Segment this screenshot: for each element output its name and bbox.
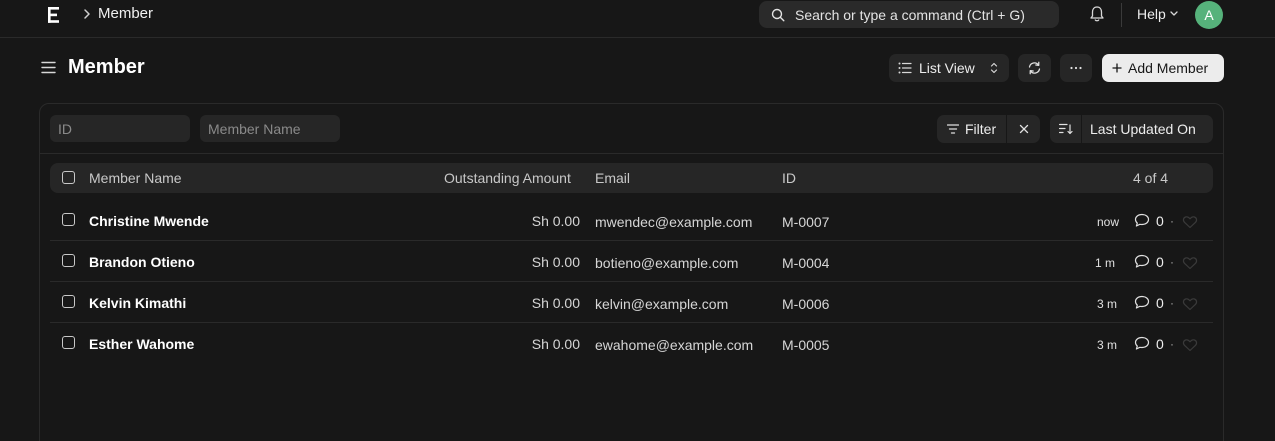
search-placeholder: Search or type a command (Ctrl + G): [795, 7, 1025, 23]
modified-time: 3 m: [1096, 297, 1117, 311]
outstanding-amount: Sh 0.00: [531, 213, 580, 229]
column-header-id: ID: [782, 170, 796, 186]
navbar-divider: [1121, 3, 1122, 27]
email: botieno@example.com: [595, 255, 739, 271]
more-actions-button[interactable]: [1060, 54, 1092, 82]
member-name[interactable]: Brandon Otieno: [89, 254, 195, 270]
avatar[interactable]: A: [1195, 1, 1223, 29]
refresh-icon: [1028, 61, 1041, 75]
hamburger-icon[interactable]: [41, 60, 56, 75]
chevron-down-icon[interactable]: [1169, 10, 1179, 18]
comment-icon[interactable]: [1134, 213, 1150, 228]
sort-arrows-icon: [990, 62, 998, 74]
filter-bar-divider: [39, 153, 1224, 154]
separator-dot: ·: [1170, 337, 1174, 351]
comment-icon[interactable]: [1134, 295, 1150, 310]
sort-button[interactable]: Last Updated On: [1090, 121, 1196, 137]
modified-time: 3 m: [1096, 338, 1117, 352]
member-id: M-0007: [782, 214, 830, 230]
table-header: [50, 163, 1213, 193]
id-filter-input[interactable]: [50, 115, 190, 142]
row-divider: [50, 322, 1213, 323]
help-menu[interactable]: Help: [1137, 6, 1166, 22]
sort-divider: [1081, 115, 1082, 143]
sort-group: Last Updated On: [1050, 115, 1213, 143]
modified-time: 1 m: [1094, 256, 1115, 270]
row-checkbox[interactable]: [62, 295, 75, 308]
email: ewahome@example.com: [595, 337, 754, 353]
comment-icon[interactable]: [1134, 254, 1150, 269]
close-icon[interactable]: [1019, 124, 1029, 134]
heart-icon[interactable]: [1182, 215, 1198, 229]
list-view-button[interactable]: List View: [889, 54, 1009, 82]
filter-group: Filter: [937, 115, 1040, 143]
comment-count: 0: [1156, 213, 1164, 229]
row-divider: [50, 281, 1213, 282]
comment-count: 0: [1156, 295, 1164, 311]
member-id: M-0005: [782, 337, 830, 353]
separator-dot: ·: [1170, 214, 1174, 228]
column-header-outstanding-amount: Outstanding Amount: [444, 170, 571, 186]
separator-dot: ·: [1170, 255, 1174, 269]
separator-dot: ·: [1170, 296, 1174, 310]
add-member-button[interactable]: Add Member: [1102, 54, 1224, 82]
filter-button[interactable]: Filter: [937, 115, 1005, 143]
outstanding-amount: Sh 0.00: [531, 336, 580, 352]
row-checkbox[interactable]: [62, 254, 75, 267]
list-view-label: List View: [919, 60, 975, 76]
modified-time: now: [1096, 215, 1119, 229]
member-id: M-0006: [782, 296, 830, 312]
page-title: Member: [68, 56, 145, 78]
filter-divider: [1006, 115, 1007, 143]
app-logo-icon[interactable]: [47, 6, 61, 24]
comment-count: 0: [1156, 336, 1164, 352]
filter-icon: [947, 124, 959, 134]
member-name-filter-input[interactable]: [200, 115, 340, 142]
record-count: 4 of 4: [1133, 170, 1169, 186]
bell-icon[interactable]: [1089, 5, 1105, 23]
heart-icon[interactable]: [1182, 338, 1198, 352]
navbar: Member Search or type a command (Ctrl + …: [0, 0, 1275, 38]
select-all-checkbox[interactable]: [62, 171, 75, 184]
sort-descending-icon[interactable]: [1059, 123, 1073, 135]
heart-icon[interactable]: [1182, 256, 1198, 270]
row-checkbox[interactable]: [62, 213, 75, 226]
search-bar[interactable]: Search or type a command (Ctrl + G): [759, 1, 1059, 28]
email: mwendec@example.com: [595, 214, 753, 230]
add-member-label: Add Member: [1128, 60, 1209, 76]
comment-count: 0: [1156, 254, 1164, 270]
row-divider: [50, 240, 1213, 241]
search-icon: [771, 8, 785, 22]
member-name[interactable]: Kelvin Kimathi: [89, 295, 186, 311]
column-header-email: Email: [595, 170, 631, 186]
refresh-button[interactable]: [1018, 54, 1051, 82]
member-name[interactable]: Christine Mwende: [89, 213, 209, 229]
comment-icon[interactable]: [1134, 336, 1150, 351]
heart-icon[interactable]: [1182, 297, 1198, 311]
plus-icon: [1112, 63, 1122, 73]
breadcrumb-member[interactable]: Member: [98, 5, 153, 22]
member-id: M-0004: [782, 255, 830, 271]
list-icon: [898, 62, 912, 74]
column-header-member-name: Member Name: [89, 170, 182, 186]
member-name[interactable]: Esther Wahome: [89, 336, 194, 352]
filter-label: Filter: [965, 121, 997, 137]
row-checkbox[interactable]: [62, 336, 75, 349]
chevron-right-icon: [84, 9, 90, 19]
ellipsis-icon: [1070, 66, 1082, 70]
outstanding-amount: Sh 0.00: [531, 254, 580, 270]
email: kelvin@example.com: [595, 296, 729, 312]
outstanding-amount: Sh 0.00: [531, 295, 580, 311]
